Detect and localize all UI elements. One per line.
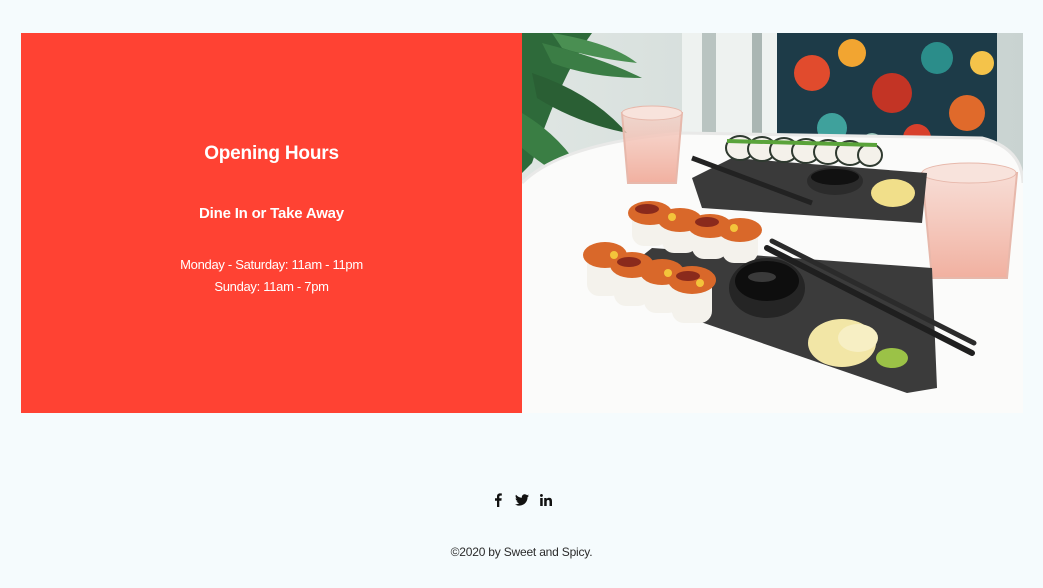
linkedin-icon[interactable] [539, 492, 553, 508]
opening-hours-title: Opening Hours [204, 143, 339, 164]
twitter-icon [514, 494, 529, 506]
opening-hours-panel: Opening Hours Dine In or Take Away Monda… [21, 33, 522, 413]
sushi-plates-image [522, 33, 1023, 413]
opening-hours-subtitle: Dine In or Take Away [199, 205, 344, 222]
twitter-icon[interactable] [514, 492, 529, 508]
footer-copyright: ©2020 by Sweet and Spicy. [450, 545, 593, 559]
facebook-icon[interactable] [491, 492, 505, 508]
sushi-photo [522, 33, 1023, 413]
facebook-icon [494, 493, 502, 507]
opening-hours-schedule: Monday - Saturday: 11am - 11pm Sunday: 1… [21, 254, 522, 298]
hero-section: Opening Hours Dine In or Take Away Monda… [21, 33, 1023, 413]
sunday-hours: Sunday: 11am - 7pm [214, 279, 329, 294]
social-links [0, 492, 1043, 508]
linkedin-icon [539, 494, 552, 506]
weekday-hours: Monday - Saturday: 11am - 11pm [180, 257, 363, 272]
